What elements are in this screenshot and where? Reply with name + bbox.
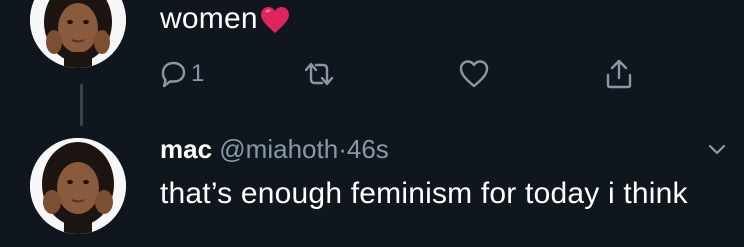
avatar-portrait (30, 0, 126, 68)
author-handle[interactable]: @miahoth (219, 134, 338, 164)
tweet-thread: women 1 mac @miahoth·46s that’s enough f… (0, 0, 744, 247)
meta-separator: · (338, 134, 347, 164)
author-name[interactable]: mac (160, 134, 212, 164)
heart-emoji-icon (260, 6, 290, 44)
tweet-author-line: mac @miahoth·46s (160, 132, 389, 166)
avatar[interactable] (30, 138, 126, 234)
tweet-text: women (160, 0, 290, 44)
like-button[interactable] (458, 54, 490, 94)
share-icon (604, 58, 634, 90)
avatar-portrait (30, 138, 126, 234)
reply-button[interactable]: 1 (158, 54, 204, 94)
avatar[interactable] (30, 0, 126, 68)
chevron-down-icon (702, 144, 732, 168)
reply-icon (158, 59, 188, 89)
tweet-timestamp[interactable]: 46s (347, 134, 389, 164)
tweet-menu-button[interactable] (702, 134, 732, 164)
share-button[interactable] (604, 54, 634, 94)
reply-count: 1 (191, 60, 205, 87)
tweet-text: that’s enough feminism for today i think (160, 177, 688, 210)
like-icon (458, 59, 490, 89)
retweet-button[interactable] (302, 54, 336, 94)
retweet-icon (302, 59, 336, 89)
tweet-text-content: women (160, 2, 258, 35)
thread-connector-line (80, 84, 83, 126)
